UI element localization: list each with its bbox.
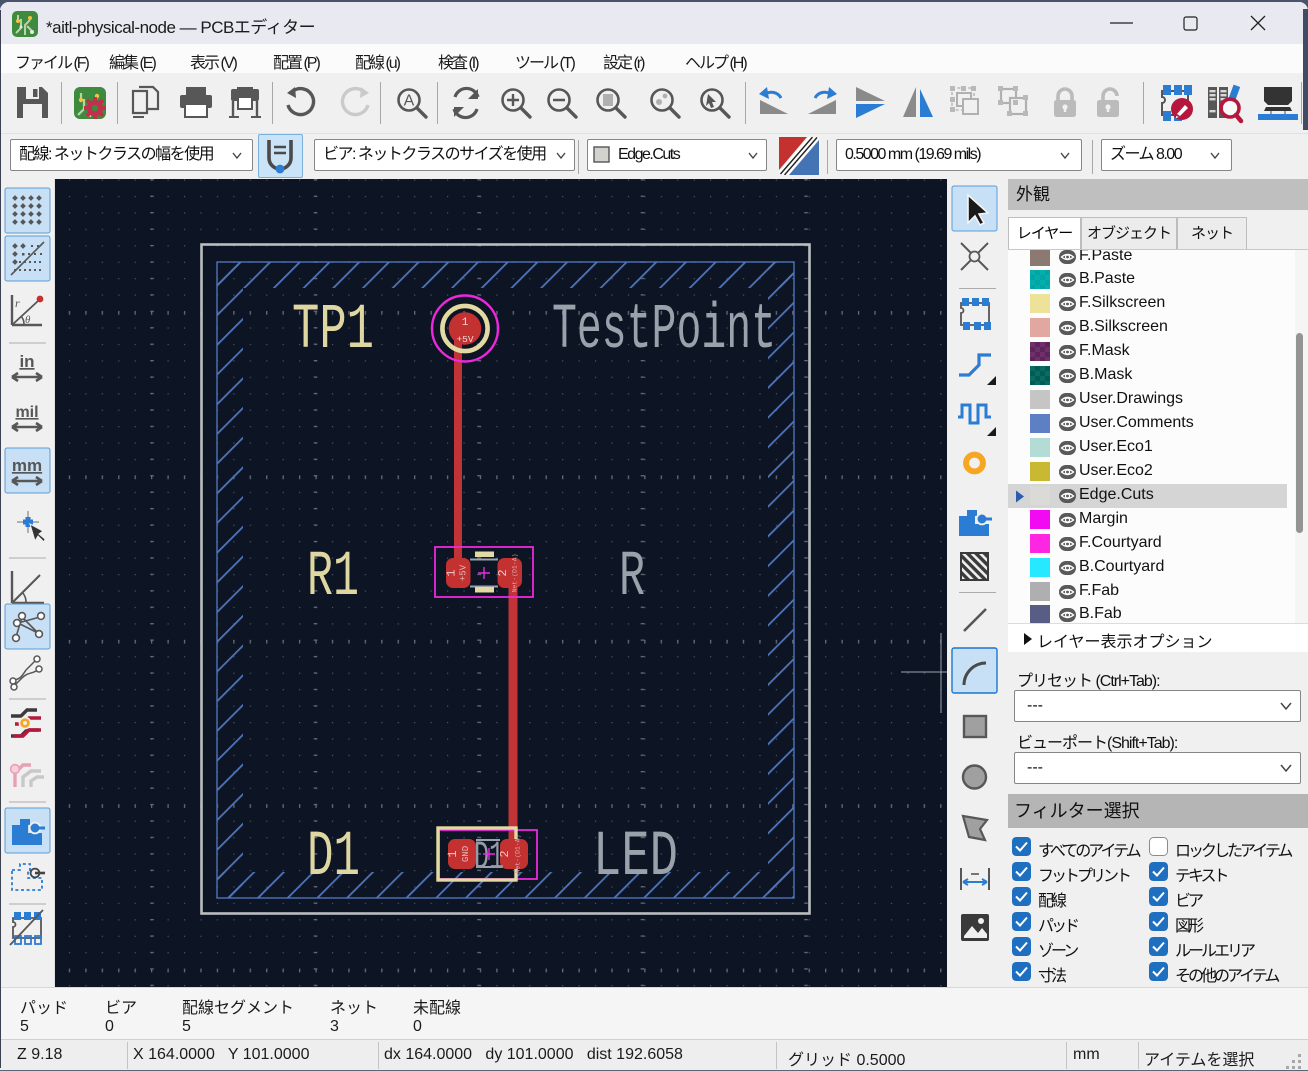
svg-text:mm: mm (12, 456, 42, 475)
svg-text:2: 2 (496, 569, 510, 576)
svg-text:A: A (404, 93, 415, 110)
svg-text:TP1: TP1 (292, 295, 374, 367)
svg-text:D1: D1 (307, 822, 360, 894)
svg-text:R: R (619, 542, 645, 614)
svg-text:r: r (15, 296, 20, 310)
svg-text:Net-(D1-A): Net-(D1-A) (512, 553, 519, 592)
svg-text:θ: θ (25, 314, 31, 326)
svg-text:R1: R1 (307, 542, 359, 614)
svg-text:2: 2 (498, 850, 512, 857)
svg-text:+5V: +5V (456, 334, 473, 345)
svg-text:TestPoint: TestPoint (552, 295, 776, 367)
svg-text:LED: LED (593, 822, 678, 894)
svg-text:+5V: +5V (459, 564, 469, 581)
svg-text:in: in (19, 352, 34, 371)
svg-text:Net-(D1-A): Net-(D1-A) (515, 834, 522, 873)
svg-text:1: 1 (445, 569, 459, 576)
svg-text:1: 1 (462, 317, 469, 329)
svg-text:mil: mil (15, 404, 38, 421)
svg-text:1: 1 (446, 850, 460, 857)
svg-text:GND: GND (461, 846, 471, 862)
